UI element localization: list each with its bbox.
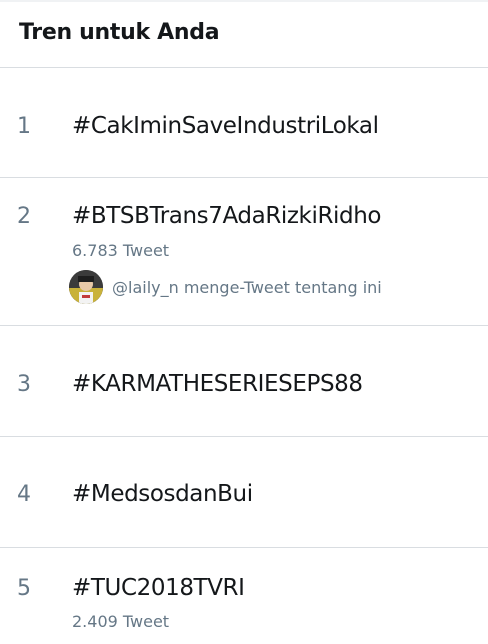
trend-rank: 5 (17, 576, 31, 601)
trend-item-4[interactable]: 4 #MedsosdanBui (0, 437, 488, 548)
trend-hashtag[interactable]: #BTSBTrans7AdaRizkiRidho (72, 203, 381, 229)
trend-item-3[interactable]: 3 #KARMATHESERIESEPS88 (0, 326, 488, 437)
trend-rank: 1 (17, 114, 31, 139)
avatar-image (69, 270, 103, 304)
trend-hashtag[interactable]: #CakIminSaveIndustriLokal (72, 113, 379, 139)
trend-rank: 4 (17, 482, 31, 507)
trend-item-5[interactable]: 5 #TUC2018TVRI 2.409 Tweet (0, 548, 488, 644)
trend-hashtag[interactable]: #MedsosdanBui (72, 481, 253, 507)
avatar[interactable] (69, 270, 103, 304)
trends-header: Tren untuk Anda (0, 2, 488, 68)
trend-rank: 2 (17, 204, 31, 229)
trend-hashtag[interactable]: #TUC2018TVRI (72, 575, 245, 601)
trend-hashtag[interactable]: #KARMATHESERIESEPS88 (72, 371, 363, 397)
trend-tweet-count: 6.783 Tweet (72, 241, 170, 260)
trend-context[interactable]: @laily_n menge-Tweet tentang ini (69, 269, 382, 305)
trend-rank: 3 (17, 372, 31, 397)
trend-item-1[interactable]: 1 #CakIminSaveIndustriLokal (0, 69, 488, 178)
page-title: Tren untuk Anda (19, 20, 220, 45)
trend-context-text: @laily_n menge-Tweet tentang ini (112, 277, 382, 297)
trend-tweet-count: 2.409 Tweet (72, 612, 170, 631)
trend-item-2[interactable]: 2 #BTSBTrans7AdaRizkiRidho 6.783 Tweet @… (0, 178, 488, 326)
